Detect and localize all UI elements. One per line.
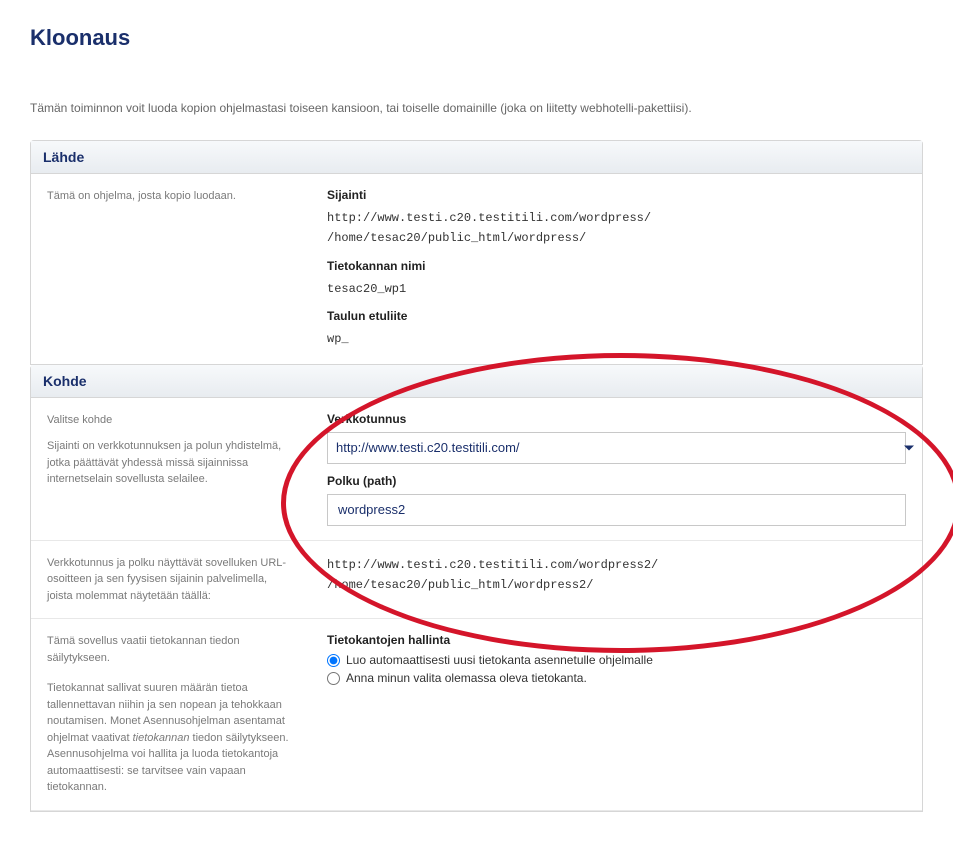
db-opt-auto-radio[interactable]	[327, 654, 340, 667]
source-url: http://www.testi.c20.testitili.com/wordp…	[327, 208, 906, 228]
preview-path: /home/tesac20/public_html/wordpress2/	[327, 575, 906, 595]
preview-url: http://www.testi.c20.testitili.com/wordp…	[327, 555, 906, 575]
source-dbname: tesac20_wp1	[327, 279, 906, 299]
source-desc: Tämä on ohjelma, josta kopio luodaan.	[31, 174, 311, 364]
dbname-label: Tietokannan nimi	[327, 259, 906, 273]
location-label: Sijainti	[327, 188, 906, 202]
prefix-label: Taulun etuliite	[327, 309, 906, 323]
page-title: Kloonaus	[30, 25, 923, 51]
target-header: Kohde	[31, 365, 922, 398]
target-panel: Kohde Valitse kohde Sijainti on verkkotu…	[30, 365, 923, 812]
db-opt-auto-label: Luo automaattisesti uusi tietokanta asen…	[346, 653, 653, 667]
source-prefix: wp_	[327, 329, 906, 349]
domain-select[interactable]: http://www.testi.c20.testitili.com/	[327, 432, 906, 464]
db-opt-manual-label: Anna minun valita olemassa oleva tietoka…	[346, 671, 587, 685]
db-desc2-em: tietokannan	[133, 732, 190, 744]
db-opt-manual-radio[interactable]	[327, 672, 340, 685]
intro-text: Tämän toiminnon voit luoda kopion ohjelm…	[30, 101, 923, 115]
db-opt-manual-row[interactable]: Anna minun valita olemassa oleva tietoka…	[327, 671, 906, 685]
db-mgmt-label: Tietokantojen hallinta	[327, 633, 906, 647]
choose-desc: Sijainti on verkkotunnuksen ja polun yhd…	[47, 438, 295, 488]
db-desc1: Tämä sovellus vaatii tietokannan tiedon …	[47, 633, 295, 666]
preview-desc: Verkkotunnus ja polku näyttävät sovelluk…	[31, 541, 311, 619]
source-header: Lähde	[31, 141, 922, 174]
domain-label: Verkkotunnus	[327, 412, 906, 426]
choose-label: Valitse kohde	[47, 412, 295, 429]
db-opt-auto-row[interactable]: Luo automaattisesti uusi tietokanta asen…	[327, 653, 906, 667]
db-desc2: Tietokannat sallivat suuren määrän tieto…	[47, 680, 295, 796]
source-panel: Lähde Tämä on ohjelma, josta kopio luoda…	[30, 140, 923, 365]
path-label: Polku (path)	[327, 474, 906, 488]
source-path: /home/tesac20/public_html/wordpress/	[327, 228, 906, 248]
path-input[interactable]	[327, 494, 906, 526]
